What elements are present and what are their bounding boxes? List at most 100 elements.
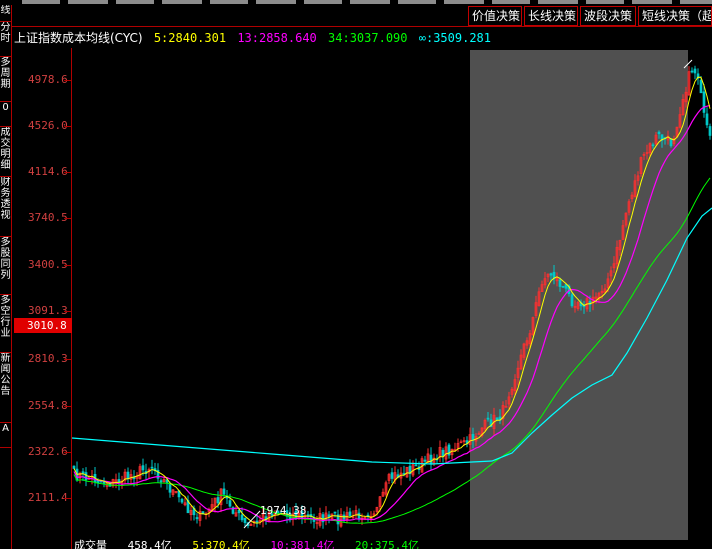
volume-ma20: 20:375.4亿	[354, 539, 419, 549]
candle-body	[168, 484, 172, 493]
volume-ma10: 10:381.4亿	[270, 539, 335, 549]
volume-value: 458.4亿	[127, 539, 172, 549]
current-price-badge: 3010.8	[14, 318, 72, 333]
candle-body	[180, 498, 184, 503]
candle-body	[84, 472, 88, 481]
price-tick-label: 4114.6	[28, 165, 68, 178]
candle-body	[141, 465, 145, 471]
sidebar-tab[interactable]: 多周期	[0, 57, 11, 102]
volume-ma5: 5:370.4亿	[192, 539, 250, 549]
indicator-legend: 上证指数成本均线(CYC) 5:2840.301 13:2858.640 34:…	[14, 29, 495, 47]
price-tick-mark	[64, 80, 72, 81]
long-term-decision-button[interactable]: 长线决策	[524, 6, 578, 26]
candle-body	[150, 466, 154, 469]
value-decision-button[interactable]: 价值决策	[468, 6, 522, 26]
candle-body	[570, 294, 574, 307]
candle-body	[549, 273, 553, 276]
candle-body	[564, 284, 568, 289]
price-tick-label: 3740.5	[28, 211, 68, 224]
candle-body	[702, 91, 706, 113]
candle-body	[390, 472, 394, 479]
candle-body	[651, 144, 655, 147]
ma34-value: 34:3037.090	[328, 31, 408, 45]
price-tick-label: 2554.8	[28, 399, 68, 412]
price-tick-mark	[64, 406, 72, 407]
candle-body	[243, 517, 247, 523]
strip-segment	[538, 0, 578, 4]
price-tick-label: 2111.4	[28, 491, 68, 504]
candlestick-chart[interactable]: 1974.38	[72, 48, 712, 540]
candle-body	[669, 138, 673, 147]
sidebar-tab[interactable]: 多空行业	[0, 295, 11, 353]
candle-body	[333, 511, 337, 514]
price-tick-mark	[64, 218, 72, 219]
ma5-value: 5:2840.301	[153, 31, 227, 45]
strip-segment	[162, 0, 202, 4]
sidebar-tab[interactable]: 成交明细	[0, 127, 11, 177]
sidebar-tab[interactable]: 财务透视	[0, 177, 11, 237]
candle-body	[216, 497, 220, 504]
candle-body	[705, 113, 709, 126]
price-tick-label: 3091.3	[28, 304, 68, 317]
candle-body	[348, 511, 352, 517]
candle-body	[693, 68, 697, 74]
strip-segment	[68, 0, 108, 4]
header-toolbar: 价值决策 长线决策 波段决策 短线决策（超	[12, 5, 712, 27]
candle-body	[159, 480, 163, 483]
candle-body	[255, 520, 259, 523]
volume-legend: 成交量 458.4亿 5:370.4亿 10:381.4亿 20:375.4亿	[74, 540, 433, 549]
candle-body	[657, 131, 661, 135]
sidebar-tab[interactable]: 线	[0, 5, 11, 22]
price-tick-label: 4978.6	[28, 73, 68, 86]
candle-body	[495, 417, 499, 421]
low-price-label: 1974.38	[260, 504, 306, 517]
swing-decision-button[interactable]: 波段决策	[580, 6, 636, 26]
price-tick-mark	[64, 452, 72, 453]
sidebar-tab[interactable]: 0	[0, 102, 11, 127]
strip-segment	[680, 0, 712, 4]
candle-body	[708, 126, 712, 136]
price-tick-mark	[64, 172, 72, 173]
price-tick-label: 3400.5	[28, 258, 68, 271]
candle-body	[81, 471, 85, 474]
price-tick-label: 2810.3	[28, 352, 68, 365]
price-tick-mark	[64, 311, 72, 312]
strip-segment	[210, 0, 248, 4]
candle-body	[558, 279, 562, 287]
price-tick-mark	[64, 265, 72, 266]
strip-segment	[304, 0, 342, 4]
candle-body	[195, 517, 199, 520]
strip-segment	[586, 0, 624, 4]
candle-body	[699, 79, 703, 94]
candle-body	[237, 509, 241, 514]
candle-body	[414, 464, 418, 467]
candle-body	[357, 512, 361, 520]
ma-inf-value: ∞:3509.281	[418, 31, 491, 45]
strip-segment	[398, 0, 436, 4]
candle-body	[102, 481, 106, 484]
candle-body	[72, 465, 76, 469]
candle-body	[240, 514, 244, 521]
price-axis: 4978.6 4526.0 4114.6 3740.5 3400.5 3091.3 2810…	[12, 48, 72, 549]
sidebar-tab[interactable]: A	[0, 423, 11, 448]
strip-segment	[492, 0, 530, 4]
candle-body	[561, 285, 565, 288]
candle-body	[429, 454, 433, 464]
sidebar-tab[interactable]: 多股同列	[0, 237, 11, 295]
volume-label: 成交量	[74, 539, 107, 549]
price-tick-label: 4526.0	[28, 119, 68, 132]
strip-segment	[632, 0, 672, 4]
sidebar-tab[interactable]: 新闻公告	[0, 353, 11, 423]
candle-body	[228, 500, 232, 507]
strip-segment	[256, 0, 296, 4]
price-tick-mark	[64, 498, 72, 499]
candle-body	[471, 434, 475, 441]
candle-body	[222, 488, 226, 495]
sidebar-tab[interactable]: 分时	[0, 22, 11, 57]
strip-segment	[444, 0, 484, 4]
strip-segment	[350, 0, 390, 4]
price-tick-label: 2322.6	[28, 445, 68, 458]
candle-body	[423, 459, 427, 462]
candle-body	[486, 417, 490, 420]
short-term-decision-button[interactable]: 短线决策（超	[638, 6, 712, 26]
